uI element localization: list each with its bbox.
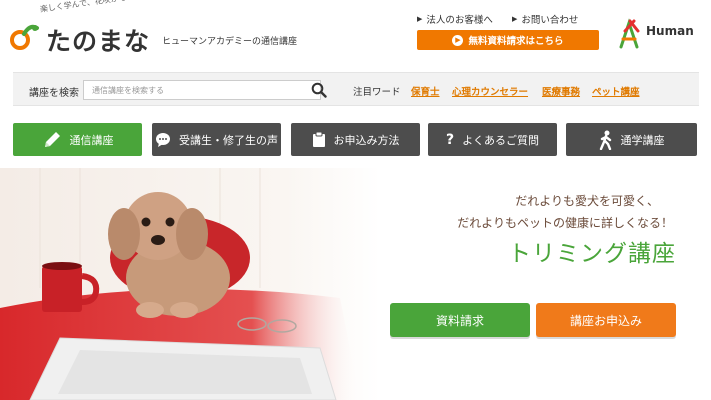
nav-student-voices[interactable]: 受講生・修了生の声 [152,123,281,156]
keyword-link[interactable]: 保育士 [411,84,440,98]
search-input[interactable] [83,80,321,100]
nav-correspondence-courses[interactable]: 通信講座 [13,123,142,156]
nav-faq[interactable]: ? よくあるご質問 [428,123,557,156]
logo-subtitle: ヒューマンアカデミーの通信講座 [162,37,298,47]
speech-bubble-icon [156,132,170,147]
corporate-link[interactable]: ▶ 法人のお客様へ [417,12,493,26]
nav-classroom-courses[interactable]: 通学講座 [566,123,697,156]
contact-link[interactable]: ▶ お問い合わせ [512,12,578,26]
request-info-button[interactable]: 資料請求 [390,303,530,337]
keyword-link[interactable]: 医療事務 [542,84,580,98]
question-icon: ? [445,131,455,148]
hero-tagline-1: だれよりも愛犬を可愛く、 [515,194,659,208]
nav-label: よくあるご質問 [462,133,540,147]
nav-label: 通学講座 [620,133,665,147]
keyword-link[interactable]: ペット講座 [592,84,640,98]
keyword-label: 注目ワード [353,87,401,98]
nav-label: 通信講座 [69,133,114,147]
arrow-right-icon: ▶ [417,15,423,23]
pencil-icon [44,131,60,147]
logo-tagline: 楽しく学んで、花咲かそう。 [39,0,143,14]
contact-link-label: お問い合わせ [521,15,579,26]
hero-tagline-2: だれよりもペットの健康に詳しくなる！ [457,216,673,230]
nav-label: 受講生・修了生の声 [179,133,278,147]
nav-how-to-apply[interactable]: お申込み方法 [291,123,420,156]
walking-person-icon [599,130,611,150]
arrow-circle-icon: ▶ [452,34,464,46]
search-bar: 講座を検索 注目ワード 保育士 心理カウンセラー 医療事務 ペット講座 [13,72,699,106]
search-icon[interactable] [311,82,327,98]
keyword-link[interactable]: 心理カウンセラー [452,84,528,98]
hero-title: トリミング講座 [508,241,676,267]
nav-label: お申込み方法 [333,133,400,147]
human-brand-text: Human [646,24,694,38]
site-logo[interactable]: たのまな [46,22,150,58]
clipboard-icon [312,131,325,147]
hero-banner: だれよりも愛犬を可愛く、 だれよりもペットの健康に詳しくなる！ トリミング講座 … [0,168,711,400]
corporate-link-label: 法人のお客様へ [426,15,493,26]
arrow-right-icon: ▶ [512,15,518,23]
free-request-button[interactable]: ▶ 無料資料請求はこちら [417,30,599,50]
hero-dog-photo [0,168,380,400]
apply-course-button[interactable]: 講座お申込み [536,303,676,337]
search-label: 講座を検索 [29,88,79,99]
logo-mark-icon[interactable] [10,22,40,52]
free-request-label: 無料資料請求はこちら [468,36,564,47]
site-header: 楽しく学んで、花咲かそう。 たのまな ヒューマンアカデミーの通信講座 ▶ 法人の… [0,0,711,62]
